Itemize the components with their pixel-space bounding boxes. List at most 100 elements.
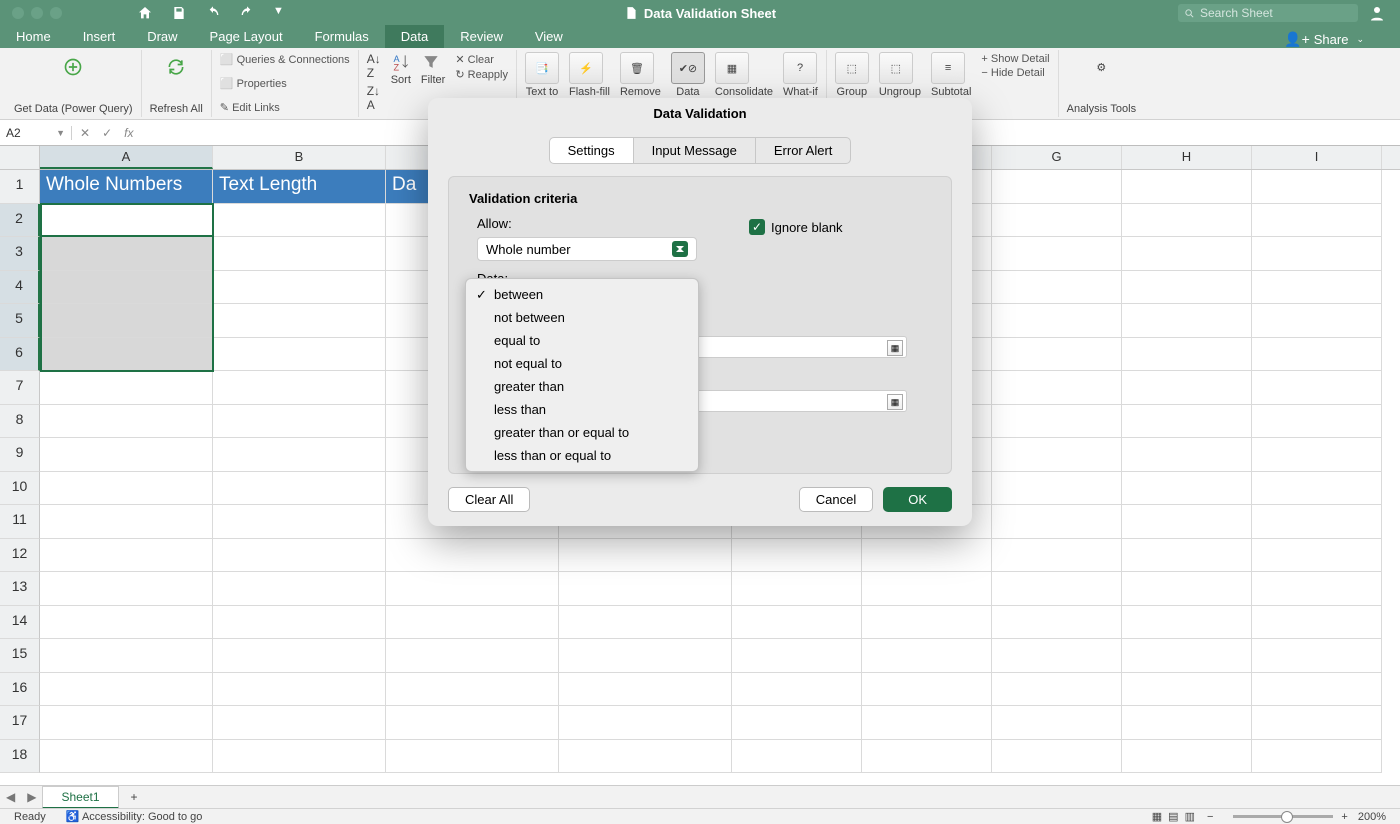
cell[interactable] — [1122, 572, 1252, 606]
cell[interactable] — [40, 371, 213, 405]
clear-all-button[interactable]: Clear All — [448, 487, 530, 512]
cell[interactable] — [1252, 740, 1382, 774]
cell[interactable] — [992, 639, 1122, 673]
subtotal-button[interactable]: ≡Subtotal — [931, 52, 971, 98]
cell[interactable] — [862, 706, 992, 740]
cell[interactable] — [992, 304, 1122, 338]
cell[interactable] — [40, 237, 213, 271]
cell[interactable] — [1252, 170, 1382, 204]
cell[interactable] — [1252, 706, 1382, 740]
cell[interactable] — [1252, 539, 1382, 573]
tab-view[interactable]: View — [519, 25, 579, 48]
cell[interactable] — [1122, 472, 1252, 506]
cell[interactable] — [1252, 438, 1382, 472]
cell[interactable] — [1122, 170, 1252, 204]
cell[interactable] — [213, 204, 386, 238]
cell[interactable] — [1122, 505, 1252, 539]
accessibility-status[interactable]: ♿ Accessibility: Good to go — [66, 810, 203, 823]
properties-button[interactable]: ⬜ Properties — [220, 76, 287, 91]
zoom-out-button[interactable]: − — [1207, 811, 1213, 823]
cell[interactable] — [213, 338, 386, 372]
cell[interactable] — [992, 673, 1122, 707]
get-data-button[interactable]: Get Data (Power Query) — [6, 50, 142, 117]
cancel-button[interactable]: Cancel — [799, 487, 873, 512]
hide-detail-button[interactable]: − Hide Detail — [981, 66, 1049, 80]
cell[interactable] — [992, 170, 1122, 204]
row-header[interactable]: 5 — [0, 304, 40, 338]
cell[interactable] — [559, 539, 732, 573]
cell[interactable] — [1252, 639, 1382, 673]
row-header[interactable]: 3 — [0, 237, 40, 271]
cell[interactable] — [732, 572, 862, 606]
cell[interactable] — [386, 673, 559, 707]
cell[interactable] — [559, 706, 732, 740]
cell[interactable] — [992, 438, 1122, 472]
edit-links-button[interactable]: ✎ Edit Links — [220, 100, 280, 115]
cell[interactable] — [213, 740, 386, 774]
cell[interactable] — [992, 606, 1122, 640]
cell[interactable] — [1252, 472, 1382, 506]
share-button[interactable]: 👤+Share⌄ — [1284, 31, 1400, 48]
cell[interactable] — [213, 606, 386, 640]
dd-greater-than[interactable]: greater than — [466, 375, 698, 398]
column-header-h[interactable]: H — [1122, 146, 1252, 169]
cell[interactable] — [559, 572, 732, 606]
tab-page-layout[interactable]: Page Layout — [194, 25, 299, 48]
cell[interactable] — [1252, 304, 1382, 338]
save-icon[interactable] — [171, 5, 187, 21]
tab-data[interactable]: Data — [385, 25, 444, 48]
ungroup-button[interactable]: ⬚Ungroup — [879, 52, 921, 98]
row-header[interactable]: 10 — [0, 472, 40, 506]
dialog-tab-settings[interactable]: Settings — [549, 137, 634, 164]
cell[interactable] — [40, 472, 213, 506]
row-header[interactable]: 7 — [0, 371, 40, 405]
fx-icon[interactable]: fx — [124, 126, 133, 140]
sheet-nav-prev[interactable]: ◀ — [0, 790, 21, 804]
cell[interactable] — [1252, 505, 1382, 539]
cell[interactable] — [386, 572, 559, 606]
cancel-formula-icon[interactable]: ✕ — [80, 126, 90, 140]
cell[interactable] — [1252, 237, 1382, 271]
allow-select[interactable]: Whole number — [477, 237, 697, 261]
data-validation-button[interactable]: ✔⊘Data — [671, 52, 705, 98]
cell[interactable] — [992, 740, 1122, 774]
row-header[interactable]: 6 — [0, 338, 40, 372]
add-sheet-button[interactable]: + — [119, 787, 150, 807]
cell[interactable] — [1122, 338, 1252, 372]
cell[interactable] — [1122, 204, 1252, 238]
name-box[interactable]: A2▼ — [0, 126, 72, 140]
cell[interactable] — [1252, 371, 1382, 405]
column-header-b[interactable]: B — [213, 146, 386, 169]
select-all-corner[interactable] — [0, 146, 40, 169]
cell[interactable] — [40, 271, 213, 305]
row-header[interactable]: 8 — [0, 405, 40, 439]
row-header[interactable]: 14 — [0, 606, 40, 640]
cell[interactable] — [1122, 606, 1252, 640]
cell[interactable] — [1122, 237, 1252, 271]
view-break-icon[interactable]: ▥ — [1185, 810, 1195, 823]
cell[interactable] — [1252, 204, 1382, 238]
row-header[interactable]: 1 — [0, 170, 40, 204]
tab-formulas[interactable]: Formulas — [299, 25, 385, 48]
cell[interactable] — [213, 405, 386, 439]
cell[interactable] — [992, 539, 1122, 573]
sort-desc-button[interactable]: Z↓A — [367, 84, 381, 112]
view-page-icon[interactable]: ▤ — [1168, 810, 1178, 823]
cell[interactable] — [732, 740, 862, 774]
cell[interactable] — [1122, 438, 1252, 472]
cell[interactable] — [213, 505, 386, 539]
column-header-i[interactable]: I — [1252, 146, 1382, 169]
dd-gte[interactable]: greater than or equal to — [466, 421, 698, 444]
cell[interactable]: Whole Numbers — [40, 170, 213, 204]
cell[interactable] — [992, 405, 1122, 439]
range-picker-icon[interactable]: ▦ — [887, 394, 903, 410]
window-controls[interactable] — [0, 7, 62, 19]
cell[interactable] — [1122, 304, 1252, 338]
cell[interactable] — [862, 673, 992, 707]
range-picker-icon[interactable]: ▦ — [887, 340, 903, 356]
sheet-tab-1[interactable]: Sheet1 — [42, 786, 118, 809]
cell[interactable] — [862, 539, 992, 573]
cell[interactable] — [213, 706, 386, 740]
cell[interactable] — [40, 706, 213, 740]
home-icon[interactable] — [137, 5, 153, 21]
